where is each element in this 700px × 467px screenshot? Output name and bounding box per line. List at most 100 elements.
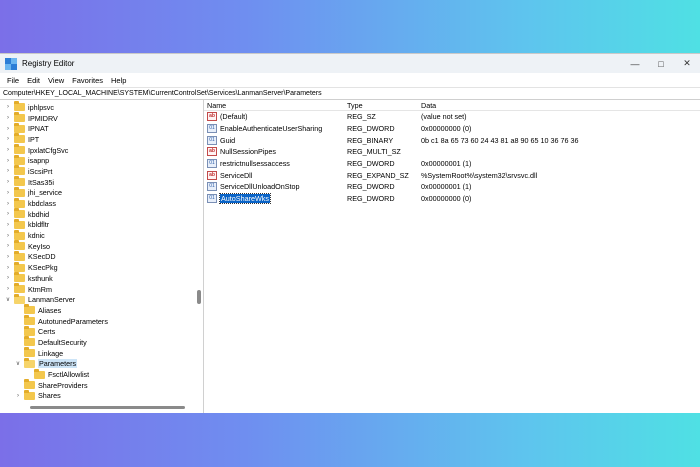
tree-item-label: IpxlatCfgSvc: [28, 145, 69, 155]
chevron-right-icon[interactable]: ›: [4, 136, 12, 142]
value-type: REG_EXPAND_SZ: [347, 170, 409, 180]
tree-item[interactable]: › jhi_service: [0, 186, 108, 199]
menu-favorites[interactable]: Favorites: [68, 76, 107, 85]
chevron-right-icon[interactable]: ›: [4, 147, 12, 153]
tree-item-label: FsctlAllowlist: [48, 370, 90, 380]
chevron-right-icon[interactable]: ›: [4, 115, 12, 121]
folder-icon: [24, 379, 35, 390]
folder-icon: [14, 154, 25, 165]
value-row[interactable]: 01 EnableAuthenticateUserSharing REG_DWORD…: [204, 123, 700, 135]
chevron-right-icon[interactable]: ›: [4, 179, 12, 185]
title-bar: Registry Editor — □ ✕: [0, 54, 700, 73]
value-type: REG_DWORD: [347, 182, 395, 192]
tree-item[interactable]: DefaultSecurity: [0, 336, 108, 348]
tree-item[interactable]: AutotunedParameters: [0, 315, 108, 327]
tree-item[interactable]: ∨ LanmanServer: [0, 293, 108, 305]
value-row[interactable]: ab NullSessionPipes REG_MULTI_SZ: [204, 146, 700, 158]
value-type: REG_DWORD: [347, 159, 395, 169]
tree-item[interactable]: › ItSas35i: [0, 176, 108, 188]
window-title: Registry Editor: [22, 59, 75, 68]
column-header-type[interactable]: Type: [344, 101, 418, 110]
chevron-right-icon[interactable]: ›: [4, 254, 12, 260]
tree-item[interactable]: ∨ Parameters: [0, 357, 108, 370]
address-bar[interactable]: Computer\HKEY_LOCAL_MACHINE\SYSTEM\Curre…: [0, 87, 700, 100]
folder-icon: [14, 240, 25, 251]
chevron-right-icon[interactable]: ›: [14, 393, 22, 399]
menu-help[interactable]: Help: [107, 76, 130, 85]
value-name: Guid: [220, 135, 236, 145]
tree-horizontal-scrollbar[interactable]: [30, 406, 185, 409]
tree-item-label: IPMIDRV: [28, 113, 58, 123]
tree-item[interactable]: Certs: [0, 325, 108, 337]
tree-vertical-scrollbar[interactable]: [197, 290, 201, 304]
value-row[interactable]: 01 restrictnullsessaccess REG_DWORD 0x00000…: [204, 158, 700, 170]
value-name: ServiceDll: [220, 170, 253, 180]
value-name: EnableAuthenticateUserSharing: [220, 124, 323, 134]
menu-view[interactable]: View: [44, 76, 68, 85]
value-data: 0x00000001 (1): [421, 182, 472, 192]
chevron-right-icon[interactable]: ›: [4, 190, 12, 196]
value-row[interactable]: ab (Default) REG_SZ (value not set): [204, 111, 700, 123]
folder-icon: [24, 357, 35, 368]
chevron-right-icon[interactable]: ›: [4, 158, 12, 164]
tree-item[interactable]: Linkage: [0, 347, 108, 359]
chevron-right-icon[interactable]: ›: [4, 265, 12, 271]
tree-item-label: ShareProviders: [38, 380, 88, 390]
value-name: AutoShareWks: [219, 193, 271, 205]
chevron-right-icon[interactable]: ›: [4, 201, 12, 207]
chevron-right-icon[interactable]: ›: [4, 168, 12, 174]
column-header-data[interactable]: Data: [418, 101, 700, 110]
maximize-button[interactable]: □: [648, 54, 674, 73]
chevron-down-icon[interactable]: ∨: [4, 296, 12, 303]
value-name-cell: 01 EnableAuthenticateUserSharing: [204, 124, 344, 134]
value-row[interactable]: ab ServiceDll REG_EXPAND_SZ %SystemRoot%\sy…: [204, 169, 700, 181]
tree-item-label: kdnic: [28, 231, 45, 241]
tree-item-label: KeyIso: [28, 241, 50, 251]
address-path: Computer\HKEY_LOCAL_MACHINE\SYSTEM\Curre…: [3, 90, 322, 97]
tree-item[interactable]: › KtmRm: [0, 283, 108, 295]
chevron-right-icon[interactable]: ›: [4, 275, 12, 281]
tree-item[interactable]: › Shares: [0, 389, 108, 402]
maximize-icon: □: [658, 58, 664, 69]
tree-item-label: Linkage: [38, 348, 64, 358]
column-header-name[interactable]: Name: [204, 101, 344, 110]
menu-edit[interactable]: Edit: [23, 76, 44, 85]
tree-item[interactable]: Aliases: [0, 304, 108, 316]
close-button[interactable]: ✕: [674, 54, 700, 73]
folder-icon: [14, 133, 25, 144]
chevron-right-icon[interactable]: ›: [4, 233, 12, 239]
string-value-icon: ab: [207, 170, 217, 180]
tree-item[interactable]: FsctlAllowlist: [0, 368, 108, 380]
chevron-right-icon[interactable]: ›: [4, 126, 12, 132]
chevron-right-icon[interactable]: ›: [4, 243, 12, 249]
value-type: REG_DWORD: [347, 194, 395, 204]
folder-icon: [14, 122, 25, 133]
tree-item[interactable]: › kbdhid: [0, 208, 108, 220]
value-row[interactable]: 01 AutoShareWks REG_DWORD 0x00000000 (0): [204, 193, 700, 205]
value-type: REG_DWORD: [347, 124, 395, 134]
chevron-right-icon[interactable]: ›: [4, 286, 12, 292]
value-name: (Default): [220, 112, 248, 122]
value-name: NullSessionPipes: [220, 147, 276, 157]
chevron-down-icon[interactable]: ∨: [14, 360, 22, 367]
values-header: Name Type Data: [204, 100, 700, 111]
folder-icon: [14, 293, 25, 304]
chevron-right-icon[interactable]: ›: [4, 222, 12, 228]
value-name-cell: 01 restrictnullsessaccess: [204, 159, 344, 169]
tree-item[interactable]: › IPMIDRV: [0, 112, 108, 124]
value-row[interactable]: 01 Guid REG_BINARY 0b c1 8a 65 73 60 24 43 …: [204, 134, 700, 146]
tree-item-label: DefaultSecurity: [38, 337, 87, 347]
minimize-button[interactable]: —: [622, 54, 648, 73]
tree-item[interactable]: › KSecDD: [0, 250, 108, 263]
value-name: restrictnullsessaccess: [220, 159, 290, 169]
tree-item[interactable]: › IpxlatCfgSvc: [0, 144, 108, 156]
value-type: REG_SZ: [347, 112, 376, 122]
chevron-right-icon[interactable]: ›: [4, 104, 12, 110]
tree-item-label: AutotunedParameters: [38, 316, 108, 326]
tree-item[interactable]: › kbldfltr: [0, 218, 108, 231]
tree-item[interactable]: ShareProviders: [0, 379, 108, 391]
menu-file[interactable]: File: [3, 76, 23, 85]
value-type: REG_BINARY: [347, 135, 394, 145]
chevron-right-icon[interactable]: ›: [4, 211, 12, 217]
value-row[interactable]: 01 ServiceDllUnloadOnStop REG_DWORD 0x00000…: [204, 181, 700, 193]
